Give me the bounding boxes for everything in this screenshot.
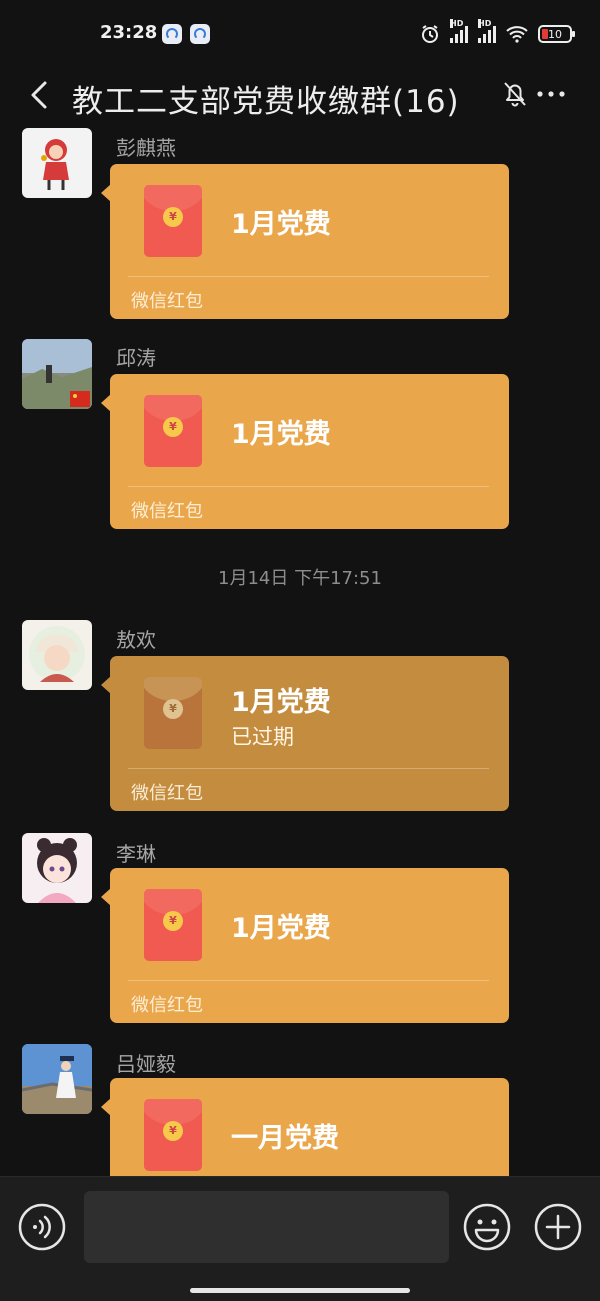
packet-title: 1月党费 — [231, 419, 331, 450]
voice-input-icon[interactable] — [18, 1203, 66, 1251]
divider — [128, 980, 489, 981]
red-packet-card[interactable]: ¥ 1月党费 微信红包 — [101, 868, 509, 1023]
coin-icon: ¥ — [163, 911, 183, 931]
avatar[interactable] — [22, 833, 92, 903]
plus-icon[interactable] — [534, 1203, 582, 1251]
battery-level: 10 — [548, 27, 562, 41]
message-list[interactable]: 彭麒燕 ¥ 1月党费 微信红包 邱涛 ¥ 1月党费 微信红包 1月14日 下午1… — [0, 124, 600, 1176]
sender-name: 彭麒燕 — [116, 136, 176, 160]
more-options-icon[interactable] — [535, 80, 567, 108]
app-notification-icon — [162, 24, 182, 44]
avatar-image — [41, 139, 69, 190]
status-time: 23:28 — [100, 22, 158, 43]
app-notification-icon — [190, 24, 210, 44]
signal-strength-icon: HD — [478, 19, 496, 43]
divider — [128, 486, 489, 487]
coin-icon: ¥ — [163, 699, 183, 719]
red-envelope-icon: ¥ — [144, 1099, 202, 1171]
red-packet-card-expired[interactable]: ¥ 1月党费 已过期 微信红包 — [101, 656, 509, 811]
sender-name: 李琳 — [116, 842, 156, 866]
chat-header: 教工二支部党费收缴群(16) — [0, 68, 600, 124]
avatar[interactable] — [22, 128, 92, 198]
status-bar: 23:28 HD HD 10 — [0, 0, 600, 68]
packet-label: 微信红包 — [131, 783, 203, 804]
emoji-icon[interactable] — [463, 1203, 511, 1251]
packet-status: 已过期 — [231, 725, 294, 749]
chat-timestamp: 1月14日 下午17:51 — [218, 568, 382, 589]
message-text-input[interactable] — [84, 1191, 449, 1263]
avatar[interactable] — [22, 339, 92, 409]
red-envelope-icon: ¥ — [144, 889, 202, 961]
packet-label: 微信红包 — [131, 995, 203, 1016]
red-envelope-icon: ¥ — [144, 185, 202, 257]
coin-icon: ¥ — [163, 417, 183, 437]
opened-envelope-icon: ¥ — [144, 677, 202, 749]
sender-name: 敖欢 — [116, 628, 156, 652]
avatar-image — [22, 339, 92, 409]
red-envelope-icon: ¥ — [144, 395, 202, 467]
chat-title: 教工二支部党费收缴群(16) — [72, 84, 460, 120]
avatar[interactable] — [22, 620, 92, 690]
divider — [128, 276, 489, 277]
packet-title: 1月党费 — [231, 913, 331, 944]
wifi-icon — [506, 26, 528, 43]
divider — [128, 768, 489, 769]
battery-icon: 10 — [538, 25, 575, 43]
avatar-image — [22, 1044, 92, 1114]
avatar-image — [37, 838, 77, 903]
muted-bell-icon — [504, 82, 526, 107]
avatar[interactable] — [22, 1044, 92, 1114]
back-arrow-icon[interactable] — [26, 80, 56, 110]
packet-title: 一月党费 — [231, 1123, 339, 1154]
coin-icon: ¥ — [163, 1121, 183, 1141]
red-packet-card[interactable]: ¥ 1月党费 微信红包 — [101, 374, 509, 529]
signal-strength-icon: HD — [450, 19, 468, 43]
status-indicators: HD HD 10 — [420, 19, 575, 48]
red-packet-card[interactable]: ¥ 一月党费 — [101, 1078, 509, 1176]
sender-name: 吕娅毅 — [116, 1052, 176, 1076]
sender-name: 邱涛 — [116, 346, 156, 370]
packet-label: 微信红包 — [131, 501, 203, 522]
avatar-image — [29, 626, 85, 682]
red-packet-card[interactable]: ¥ 1月党费 微信红包 — [101, 164, 509, 319]
home-indicator[interactable] — [190, 1288, 410, 1293]
alarm-icon — [422, 25, 438, 43]
message-input-bar — [0, 1176, 600, 1301]
packet-label: 微信红包 — [131, 291, 203, 312]
coin-icon: ¥ — [163, 207, 183, 227]
packet-title: 1月党费 — [231, 209, 331, 240]
packet-title: 1月党费 — [231, 687, 331, 718]
